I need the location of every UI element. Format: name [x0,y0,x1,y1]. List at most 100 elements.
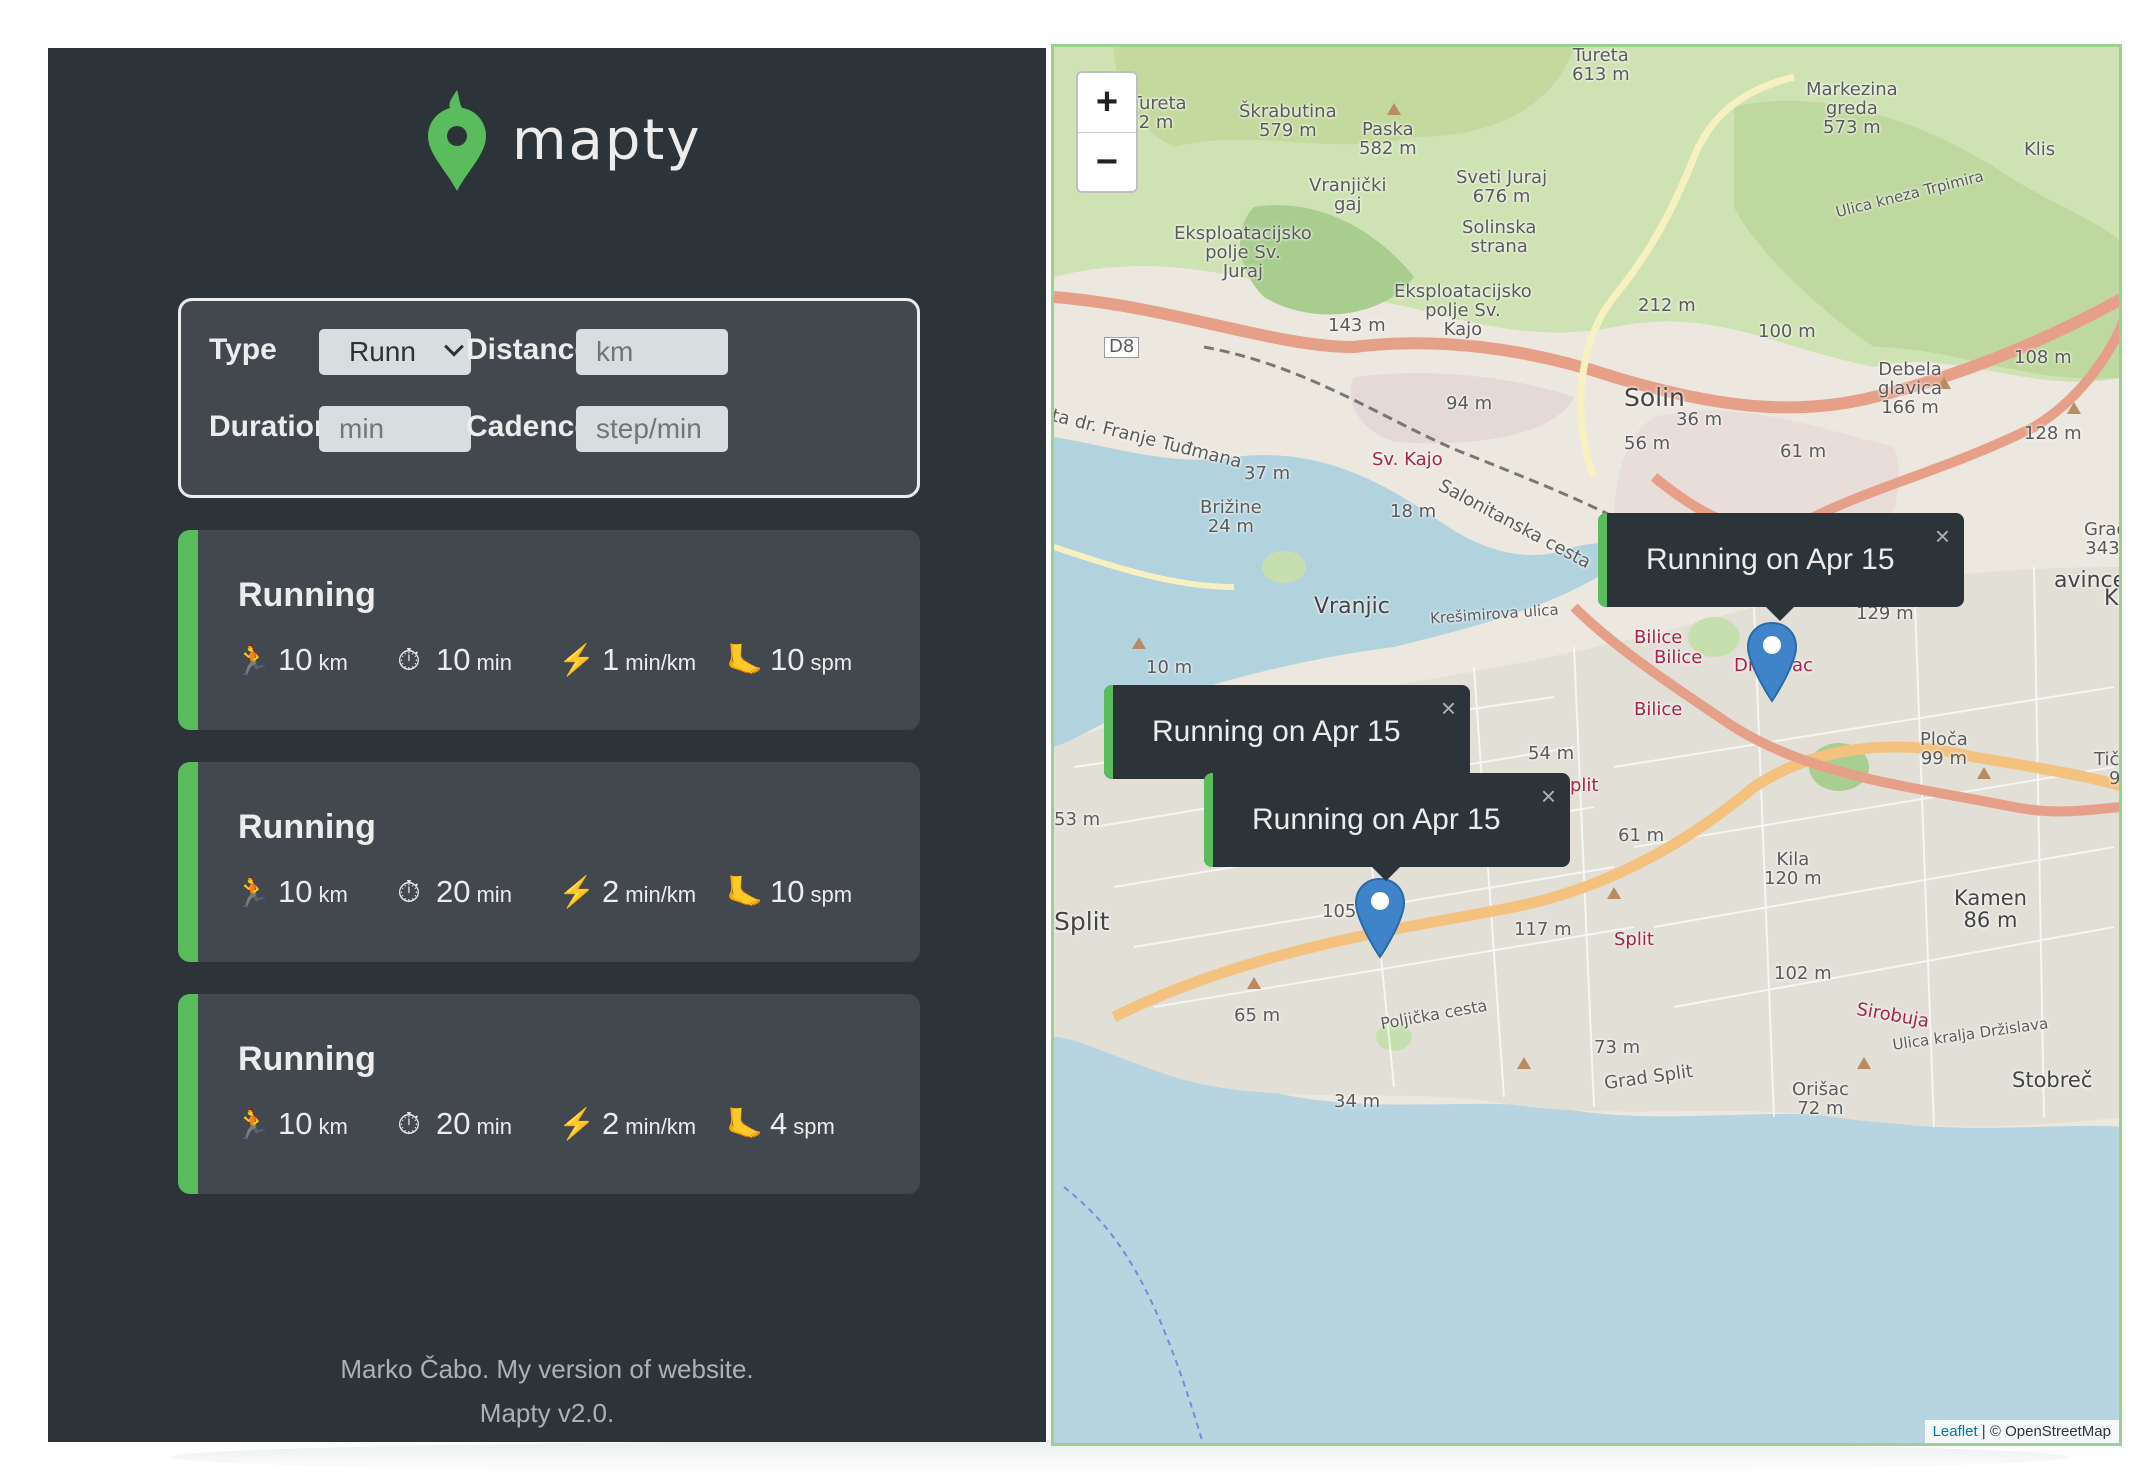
place-label: 65 m [1234,1005,1281,1026]
close-icon[interactable]: × [1935,521,1950,552]
place-label: Tičja9 [2094,749,2121,789]
running-icon: 🏃 [234,1108,272,1141]
cadence-unit: spm [793,1114,835,1139]
foot-icon: 🦶 [726,876,764,909]
place-label: Vranjički gaj [1309,175,1387,215]
place-label: Ploča 99 m [1920,729,1968,769]
zoom-in-button[interactable]: + [1078,73,1136,132]
lightning-icon: ⚡ [558,644,596,677]
place-label: 73 m [1594,1037,1641,1058]
workout-accent-bar [178,762,198,962]
foot-icon: 🦶 [726,1108,764,1141]
place-label: 61 m [1780,441,1827,462]
distance-value: 10 [278,642,313,677]
popup-accent-bar [1104,685,1113,779]
place-label: Kila 120 m [1764,849,1822,889]
distance-value: 10 [278,1106,313,1141]
stopwatch-icon: ⏱ [397,644,421,677]
workout-popup[interactable]: Running on Apr 15 × [1204,773,1570,881]
map[interactable]: Tureta 613 m a Tureta 82 m Škrabutina 579 m… [1051,44,2122,1446]
duration-stat: ⏱ 20 min [392,874,512,910]
duration-value: 20 [436,874,471,909]
pace-value: 1 [602,642,620,677]
duration-stat: ⏱ 20 min [392,1106,512,1142]
pace-value: 2 [602,1106,620,1141]
place-label: Kamen 86 m [1954,886,2027,933]
place-label: 34 m [1334,1091,1381,1112]
duration-stat: ⏱ 10 min [392,642,512,678]
place-label: Eksploatacijsko polje Sv. Juraj [1174,223,1312,282]
pace-stat: ⚡ 2 min/km [558,874,696,910]
cadence-label: Cadence [466,410,592,443]
workout-accent-bar [178,530,198,730]
place-label: 94 m [1446,393,1493,414]
place-label: 108 m [2014,347,2072,368]
sidebar: mapty Type Runn Distance Duration Cadenc… [48,48,1046,1442]
place-label: 212 m [1638,295,1696,316]
map-marker-icon[interactable] [1746,621,1798,703]
popup-text: Running on Apr 15 [1152,715,1401,748]
place-label: 10 m [1146,657,1193,678]
place-label: Škrabutina 579 m [1239,101,1337,141]
footer-version: Mapty v2.0. [479,1398,615,1428]
workout-popup[interactable]: Running on Apr 15 × [1598,513,1964,621]
workout-card[interactable]: Running 🏃 10 km ⏱ 10 min ⚡ 1 min/km 🦶 10… [178,530,920,730]
place-label: 37 m [1244,463,1291,484]
logo: mapty [426,88,702,193]
pace-stat: ⚡ 2 min/km [558,1106,696,1142]
cadence-input[interactable] [576,406,728,452]
place-label: Eksploatacijsko polje Sv. Kajo [1394,281,1532,340]
type-select[interactable]: Runn [319,329,471,375]
map-marker-icon[interactable] [1354,877,1406,959]
cadence-unit: spm [810,882,853,907]
lightning-icon: ⚡ [558,1108,596,1141]
cadence-unit: spm [810,650,853,675]
pace-unit: min/km [625,650,697,675]
place-label: 54 m [1528,743,1575,764]
place-label: 105 [1322,901,1357,922]
map-pin-logo-icon [428,90,486,191]
close-icon[interactable]: × [1441,693,1456,724]
distance-unit: km [318,1114,348,1139]
stopwatch-icon: ⏱ [397,1108,421,1141]
place-label: Brižine 24 m [1200,497,1262,537]
place-label: 102 m [1774,963,1832,984]
close-icon[interactable]: × [1541,781,1556,812]
pace-stat: ⚡ 1 min/km [558,642,696,678]
place-label: 56 m [1624,433,1671,454]
cadence-value: 4 [770,1106,788,1141]
place-label: Split [1614,929,1654,950]
place-label: Sveti Juraj 676 m [1456,167,1548,207]
distance-input[interactable] [576,329,728,375]
place-label: Tureta 613 m [1572,45,1630,85]
popup-accent-bar [1204,773,1213,867]
place-label: Orišac 72 m [1792,1079,1849,1119]
place-label: Klis [2024,139,2056,160]
place-label: Vranjic [1314,594,1390,619]
pace-unit: min/km [625,1114,697,1139]
workout-accent-bar [178,994,198,1194]
stopwatch-icon: ⏱ [397,876,421,909]
place-label: 18 m [1390,501,1437,522]
zoom-out-button[interactable]: − [1078,132,1136,191]
pace-unit: min/km [625,882,697,907]
duration-input[interactable] [319,406,471,452]
popup-tip [1370,865,1402,881]
place-label: Markezina greda 573 m [1806,79,1898,138]
map-attribution: Leaflet | © OpenStreetMap [1924,1420,2119,1443]
type-select-value: Runn [349,336,416,367]
road-shield: D8 [1104,337,1140,358]
place-label: Bilice [1634,627,1683,648]
place-label: Bilice [1654,647,1703,668]
workout-popup[interactable]: Running on Apr 15 × [1104,685,1470,779]
workout-card[interactable]: Running 🏃 10 km ⏱ 20 min ⚡ 2 min/km 🦶 4 … [178,994,920,1194]
workout-card[interactable]: Running 🏃 10 km ⏱ 20 min ⚡ 2 min/km 🦶 10… [178,762,920,962]
place-label: 128 m [2024,423,2082,444]
footer-credit: Marko Čabo. My version of website. [340,1354,754,1384]
workout-title: Running [238,576,376,614]
running-icon: 🏃 [234,876,272,909]
duration-unit: min [476,1114,512,1139]
leaflet-link[interactable]: Leaflet [1933,1423,1978,1440]
duration-value: 20 [436,1106,471,1141]
distance-unit: km [318,650,348,675]
